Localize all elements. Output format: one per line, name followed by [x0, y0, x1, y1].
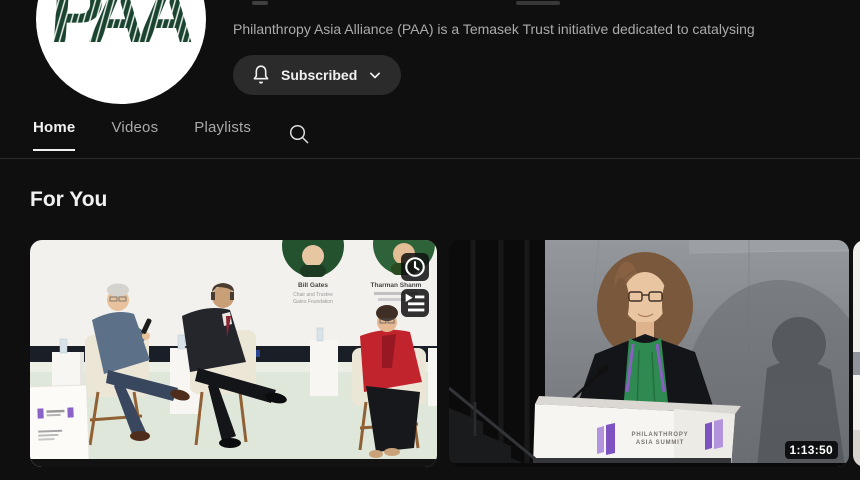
- video-thumbnail-keynote[interactable]: PHILANTHROPY ASIA SUMMIT 1:13:50: [449, 240, 849, 467]
- channel-description: Philanthropy Asia Alliance (PAA) is a Te…: [233, 21, 860, 37]
- truncated-text-fragment: [252, 1, 268, 5]
- watch-later-icon: [401, 253, 429, 281]
- tabs-divider: [0, 158, 860, 159]
- video-thumbnail-panel[interactable]: Bill Gates Chair and Trustee Gates Found…: [30, 240, 437, 467]
- truncated-text-fragment: [516, 1, 560, 5]
- podium-text-line2: ASIA SUMMIT: [636, 440, 684, 446]
- avatar-logo-letters: PAA: [47, 0, 196, 59]
- section-title: For You: [30, 188, 107, 212]
- podium-text-line1: PHILANTHROPY: [632, 432, 689, 438]
- panel-speaker1-name: Bill Gates: [298, 282, 328, 289]
- panel-speaker2-name: Tharman Shanm: [371, 282, 422, 289]
- panel-scene: Bill Gates Chair and Trustee Gates Found…: [30, 240, 437, 467]
- panel-speaker1-role1: Chair and Trustee: [293, 292, 333, 298]
- add-to-queue-icon: [401, 289, 429, 317]
- channel-tabs: Home Videos Playlists: [33, 119, 311, 159]
- subscribed-button[interactable]: Subscribed: [233, 55, 401, 95]
- sliver-band: [853, 352, 860, 375]
- duration-badge: 1:13:50: [785, 441, 838, 459]
- channel-avatar[interactable]: PAA: [36, 0, 206, 104]
- video-thumbnail-next-sliver[interactable]: [853, 240, 860, 467]
- keynote-scene: PHILANTHROPY ASIA SUMMIT: [449, 240, 849, 467]
- bell-icon: [249, 63, 273, 87]
- youtube-channel-page: { "colors": { "page_bg": "#0f0f0f", "chi…: [0, 0, 860, 480]
- sliver-band: [853, 240, 860, 352]
- watch-later-button[interactable]: [401, 253, 429, 281]
- search-icon[interactable]: [287, 122, 311, 146]
- panel-speaker1-role2: Gates Foundation: [293, 299, 333, 305]
- tab-home[interactable]: Home: [33, 119, 75, 151]
- stage-sign: [30, 385, 89, 467]
- sliver-band: [853, 375, 860, 430]
- subscribed-label: Subscribed: [281, 67, 357, 83]
- tab-videos[interactable]: Videos: [111, 119, 158, 149]
- chevron-down-icon: [365, 65, 385, 85]
- podium: PHILANTHROPY ASIA SUMMIT: [533, 396, 741, 467]
- sliver-band: [853, 430, 860, 467]
- add-to-queue-button[interactable]: [401, 289, 429, 317]
- tab-playlists[interactable]: Playlists: [194, 119, 251, 149]
